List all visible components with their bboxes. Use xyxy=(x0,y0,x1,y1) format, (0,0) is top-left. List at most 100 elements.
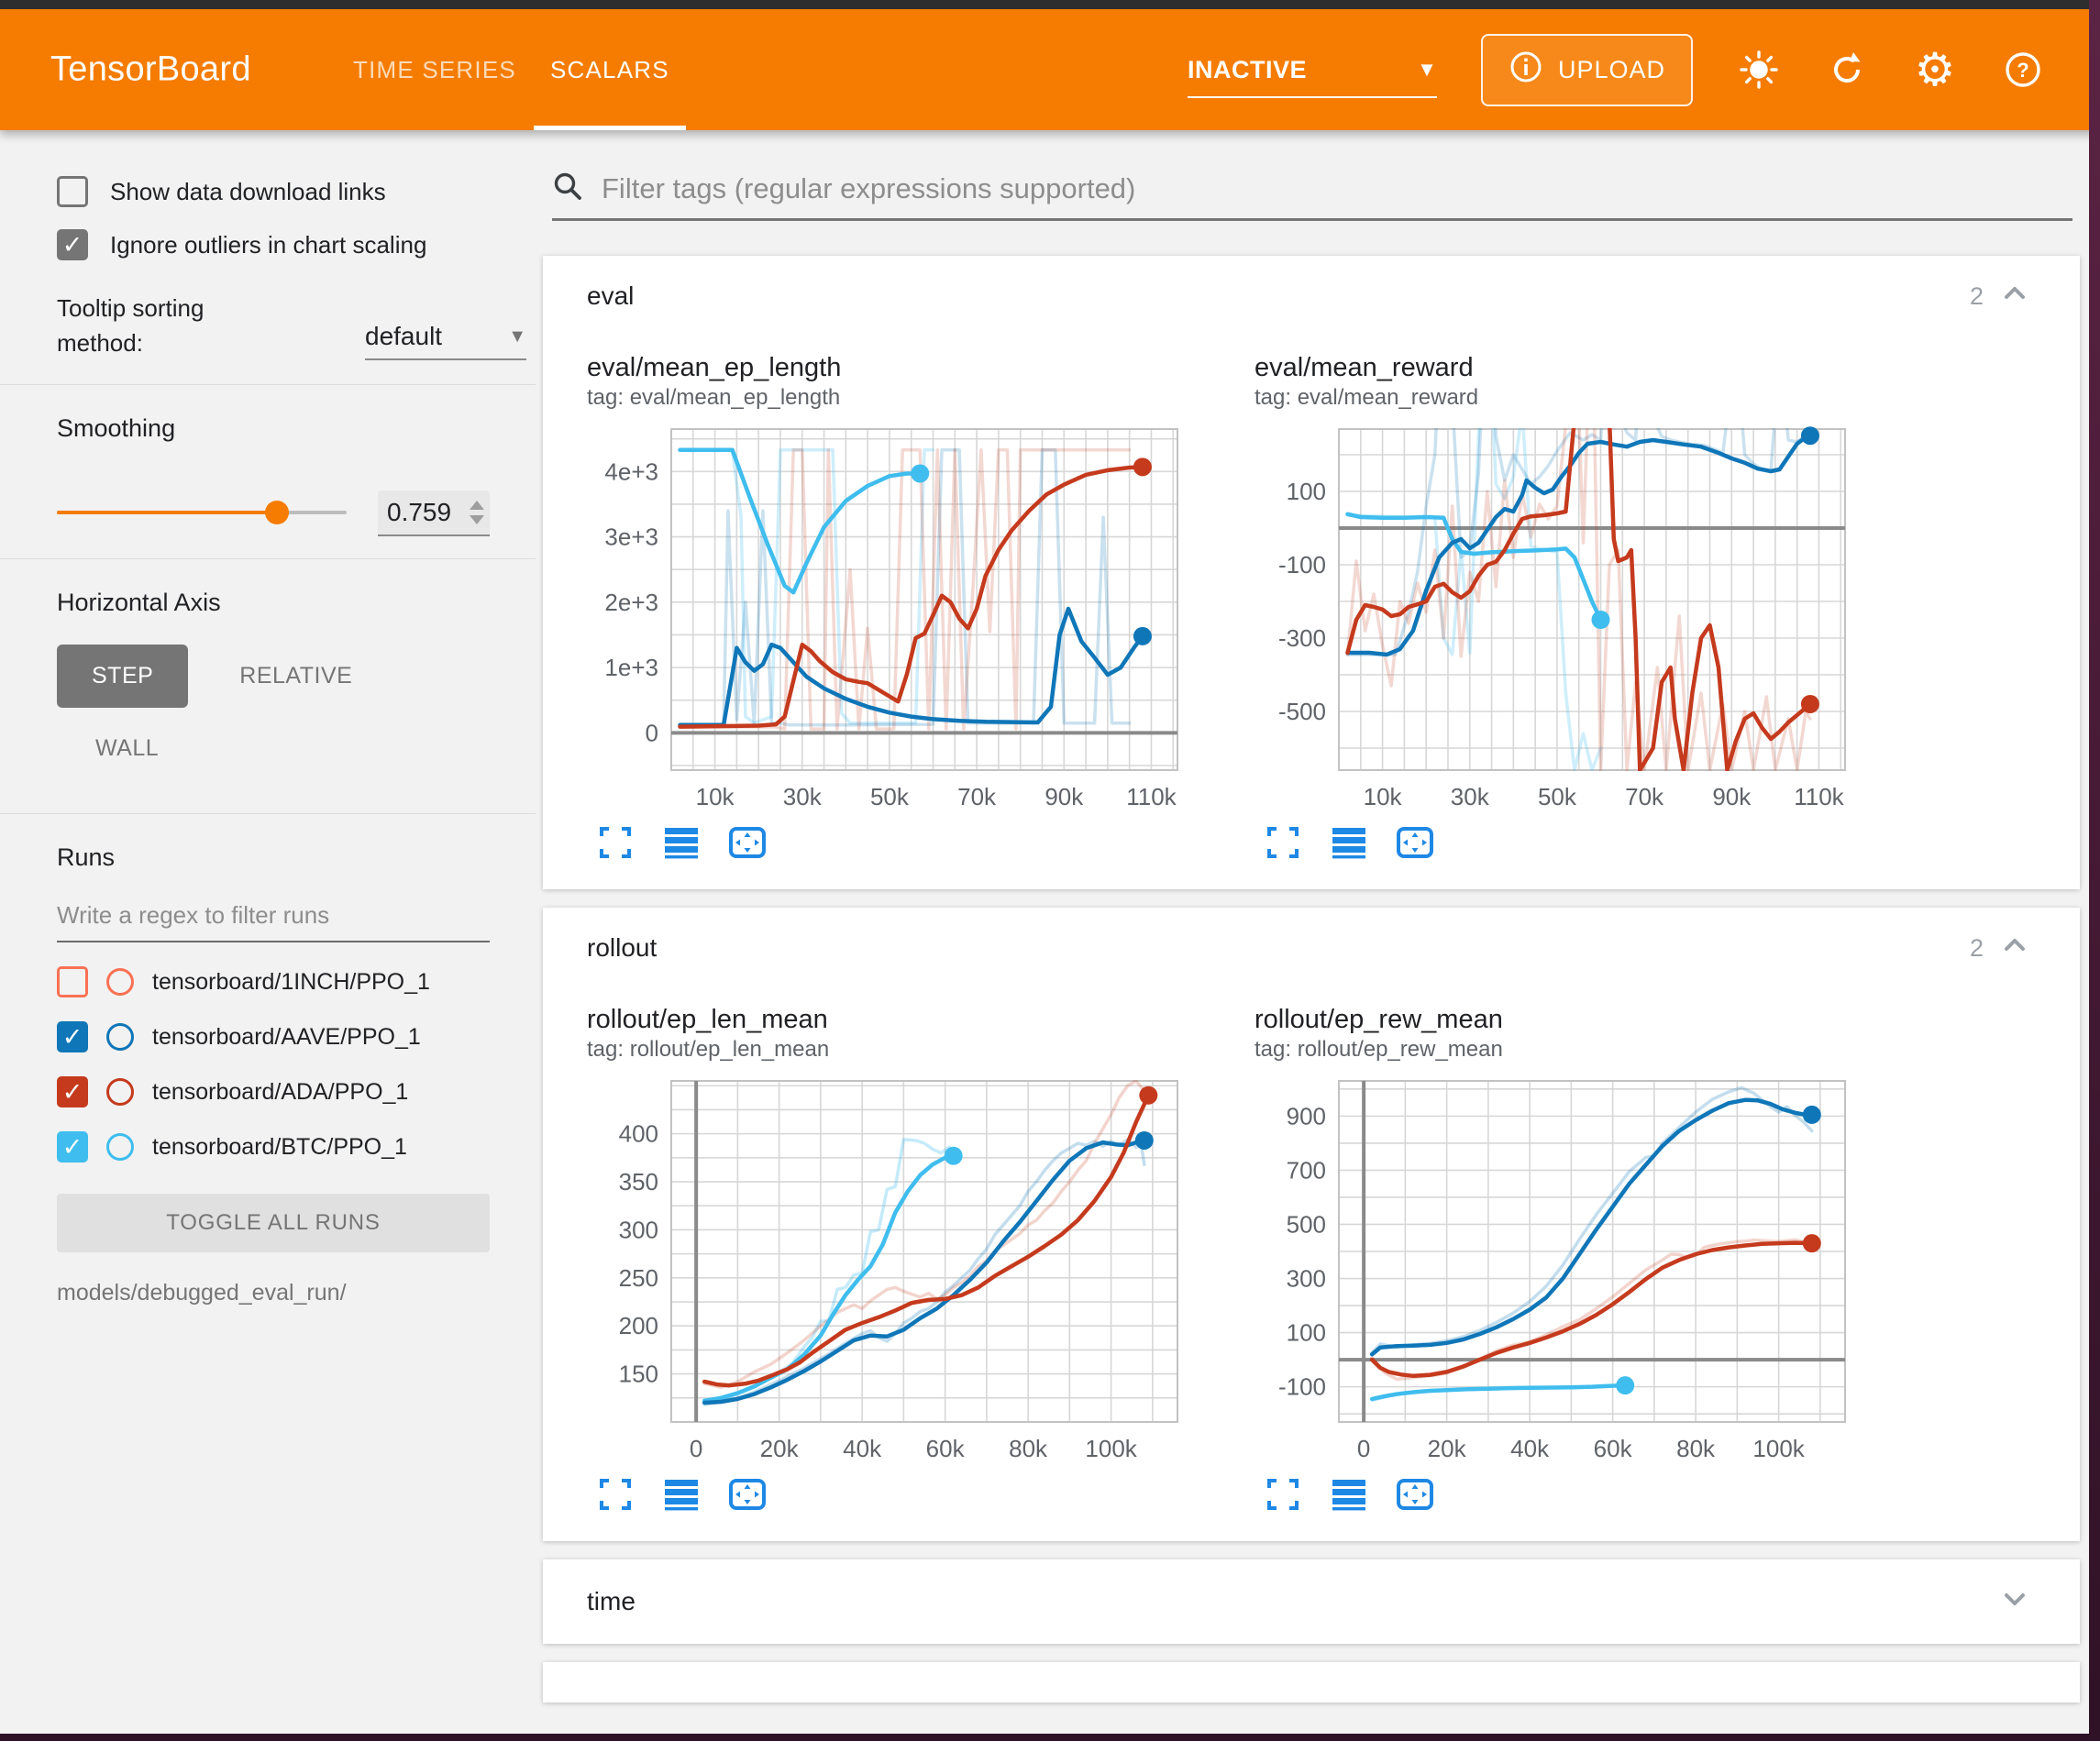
section-card-time: time xyxy=(543,1559,2080,1644)
svg-text:300: 300 xyxy=(619,1216,658,1243)
ignore-outliers-checkbox[interactable]: ✓ xyxy=(57,229,88,260)
stepper-arrows-icon[interactable] xyxy=(470,501,484,524)
svg-text:400: 400 xyxy=(619,1120,658,1148)
run-label: tensorboard/ADA/PPO_1 xyxy=(152,1079,408,1106)
run-row-ada[interactable]: ✓ tensorboard/ADA/PPO_1 xyxy=(57,1076,536,1107)
line-chart[interactable]: 020k40k60k80k100k-100100300500700900 xyxy=(1254,1068,1900,1468)
svg-text:60k: 60k xyxy=(926,1435,966,1462)
status-dropdown[interactable]: INACTIVE ▼ xyxy=(1188,38,1437,102)
axis-relative-button[interactable]: RELATIVE xyxy=(239,663,352,689)
line-chart[interactable]: 10k30k50k70k90k110k01e+32e+33e+34e+3 xyxy=(587,416,1232,816)
upload-button[interactable]: UPLOAD xyxy=(1481,34,1693,106)
svg-text:100k: 100k xyxy=(1085,1435,1137,1462)
svg-text:80k: 80k xyxy=(1676,1435,1716,1462)
svg-text:0: 0 xyxy=(690,1435,702,1462)
section-header-eval[interactable]: eval 2 xyxy=(543,256,2080,336)
run-checkbox[interactable]: ✓ xyxy=(57,1131,88,1163)
svg-text:50k: 50k xyxy=(870,783,910,810)
run-row-btc[interactable]: ✓ tensorboard/BTC/PPO_1 xyxy=(57,1131,536,1163)
chart-tile-rollout-ep-len-mean: rollout/ep_len_mean tag: rollout/ep_len_… xyxy=(587,999,1232,1514)
run-radio[interactable] xyxy=(106,1023,134,1051)
expand-chart-icon[interactable] xyxy=(596,823,635,862)
help-icon[interactable]: ? xyxy=(2001,48,2045,92)
run-radio[interactable] xyxy=(106,1133,134,1161)
axis-step-button[interactable]: STEP xyxy=(57,645,188,708)
window-right-edge xyxy=(2089,0,2100,1741)
chevron-down-icon: ▼ xyxy=(508,326,526,347)
smoothing-slider-thumb[interactable] xyxy=(265,501,289,524)
tab-time-series[interactable]: TIME SERIES xyxy=(353,9,516,130)
data-table-icon[interactable] xyxy=(662,1475,701,1514)
svg-text:250: 250 xyxy=(619,1264,658,1292)
expand-chart-icon[interactable] xyxy=(1264,1475,1302,1514)
data-table-icon[interactable] xyxy=(1330,1475,1368,1514)
window-top-edge xyxy=(0,0,2100,9)
line-chart[interactable]: 10k30k50k70k90k110k100-100-300-500 xyxy=(1254,416,1900,816)
app-header: TensorBoard TIME SERIES SCALARS INACTIVE… xyxy=(0,9,2100,130)
run-radio[interactable] xyxy=(106,1078,134,1106)
run-radio[interactable] xyxy=(106,968,134,996)
fit-to-data-icon[interactable] xyxy=(1396,1475,1434,1514)
chart-title: eval/mean_ep_length xyxy=(587,353,1232,383)
ignore-outliers-label: Ignore outliers in chart scaling xyxy=(110,231,426,259)
chevron-up-icon[interactable] xyxy=(2000,931,2029,966)
svg-text:900: 900 xyxy=(1287,1102,1326,1129)
show-download-links-row[interactable]: Show data download links xyxy=(57,176,536,207)
fit-to-data-icon[interactable] xyxy=(728,1475,767,1514)
show-download-links-checkbox[interactable] xyxy=(57,176,88,207)
expand-chart-icon[interactable] xyxy=(1264,823,1302,862)
tag-filter-field xyxy=(552,171,2072,221)
fit-to-data-icon[interactable] xyxy=(1396,823,1434,862)
svg-text:150: 150 xyxy=(619,1361,658,1388)
tag-filter-input[interactable] xyxy=(600,171,2072,206)
run-row-1inch[interactable]: tensorboard/1INCH/PPO_1 xyxy=(57,966,536,997)
toggle-all-runs-button[interactable]: TOGGLE ALL RUNS xyxy=(57,1194,490,1252)
chart-tag: tag: rollout/ep_rew_mean xyxy=(1254,1037,1900,1063)
tooltip-sorting-label: Tooltip sorting method: xyxy=(57,292,286,360)
svg-text:10k: 10k xyxy=(1364,783,1403,810)
axis-wall-button[interactable]: WALL xyxy=(95,735,159,762)
ignore-outliers-row[interactable]: ✓ Ignore outliers in chart scaling xyxy=(57,229,536,260)
chart-tag: tag: eval/mean_reward xyxy=(1254,385,1900,411)
brightness-icon[interactable] xyxy=(1737,48,1781,92)
svg-text:30k: 30k xyxy=(783,783,823,810)
run-checkbox[interactable]: ✓ xyxy=(57,1021,88,1052)
svg-text:50k: 50k xyxy=(1538,783,1577,810)
section-card-rollout: rollout 2 rollout/ep_len_mean tag: rollo… xyxy=(543,908,2080,1541)
line-chart[interactable]: 020k40k60k80k100k150200250300350400 xyxy=(587,1068,1232,1468)
section-header-time[interactable]: time xyxy=(543,1559,2080,1644)
run-label: tensorboard/BTC/PPO_1 xyxy=(152,1134,407,1161)
svg-text:90k: 90k xyxy=(1044,783,1084,810)
expand-chart-icon[interactable] xyxy=(596,1475,635,1514)
chart-title: eval/mean_reward xyxy=(1254,353,1900,383)
run-row-aave[interactable]: ✓ tensorboard/AAVE/PPO_1 xyxy=(57,1021,536,1052)
section-header-rollout[interactable]: rollout 2 xyxy=(543,908,2080,988)
chevron-down-icon[interactable] xyxy=(2000,1584,2029,1620)
svg-text:70k: 70k xyxy=(957,783,997,810)
refresh-icon[interactable] xyxy=(1825,48,1869,92)
tooltip-sorting-select[interactable]: default ▼ xyxy=(365,322,526,360)
run-checkbox[interactable]: ✓ xyxy=(57,1076,88,1107)
svg-text:80k: 80k xyxy=(1009,1435,1048,1462)
svg-text:40k: 40k xyxy=(843,1435,882,1462)
runs-filter-input[interactable] xyxy=(57,896,490,942)
svg-text:-500: -500 xyxy=(1278,698,1326,725)
smoothing-slider-fill xyxy=(57,511,277,514)
run-checkbox[interactable] xyxy=(57,966,88,997)
settings-gear-icon[interactable]: ⚙ xyxy=(1913,48,1957,92)
data-table-icon[interactable] xyxy=(1330,823,1368,862)
svg-text:300: 300 xyxy=(1287,1265,1326,1293)
svg-text:-100: -100 xyxy=(1278,551,1326,578)
svg-text:60k: 60k xyxy=(1594,1435,1633,1462)
section-count-badge: 2 xyxy=(1970,934,1984,963)
svg-text:0: 0 xyxy=(646,719,658,746)
svg-text:100k: 100k xyxy=(1752,1435,1805,1462)
fit-to-data-icon[interactable] xyxy=(728,823,767,862)
smoothing-value-input[interactable]: 0.759 xyxy=(378,490,490,534)
horizontal-axis-label: Horizontal Axis xyxy=(57,589,536,617)
smoothing-label: Smoothing xyxy=(57,414,536,443)
data-table-icon[interactable] xyxy=(662,823,701,862)
smoothing-slider[interactable] xyxy=(57,511,347,514)
tab-scalars[interactable]: SCALARS xyxy=(550,9,669,130)
chevron-up-icon[interactable] xyxy=(2000,279,2029,314)
